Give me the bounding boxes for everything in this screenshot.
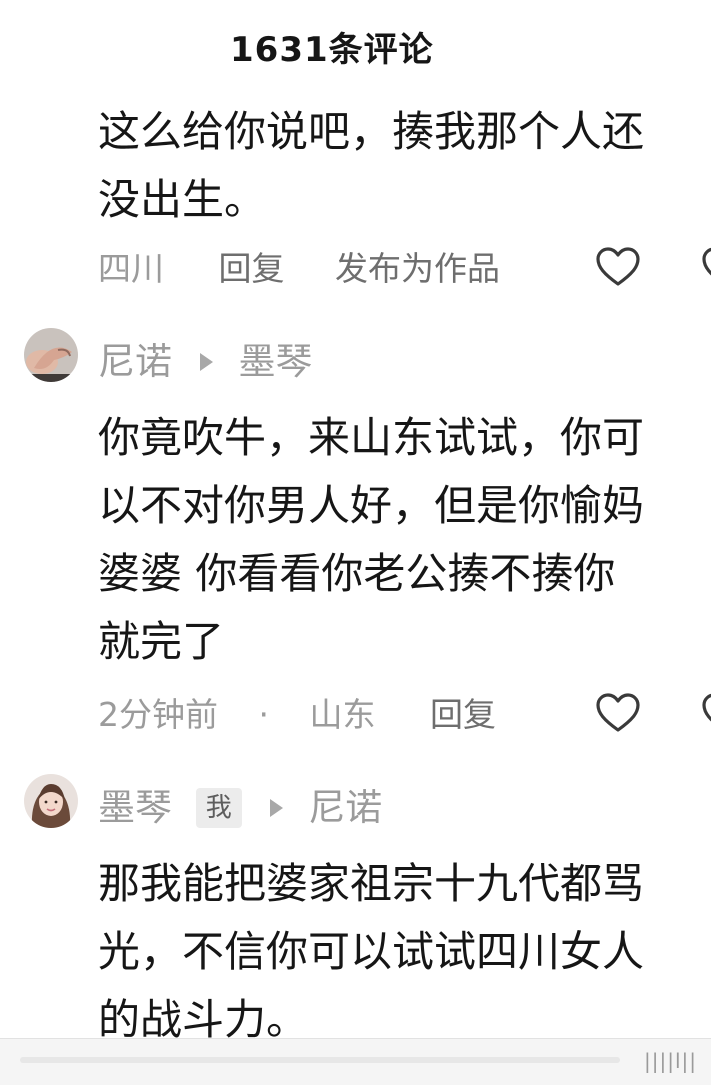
watermark-text: ||||l|| — [644, 1049, 697, 1073]
comment-1-publish-button[interactable]: 发布为作品 — [335, 244, 500, 294]
comment-2-reply-button[interactable]: 回复 — [430, 690, 496, 740]
comment-2-dot: · — [258, 695, 270, 734]
reply-arrow-icon — [199, 352, 213, 371]
comment-2-reply-to[interactable]: 墨琴 — [239, 335, 313, 389]
comment-3-author[interactable]: 墨琴 — [98, 781, 172, 835]
comment-2-line-4: 就完了 — [98, 617, 225, 666]
comment-2-dislike-icon[interactable] — [700, 690, 711, 738]
comment-2-like-heart-icon[interactable] — [594, 690, 642, 738]
comment-2-text: 你竟吹牛，来山东试试，你可 以不对你男人好，但是你愉妈 婆婆 你看看你老公揍不揍… — [98, 404, 711, 676]
avatar[interactable] — [24, 774, 78, 828]
comment-1-dislike-icon[interactable] — [700, 244, 711, 292]
avatar[interactable] — [24, 328, 78, 382]
comments-header: 1631条评论 — [0, 0, 711, 90]
woman-avatar-icon — [24, 774, 78, 828]
comment-3-text: 那我能把婆家祖宗十九代都骂 光，不信你可以试试四川女人 的战斗力。 — [98, 850, 711, 1054]
bottom-bar: ||||l|| — [0, 1038, 711, 1085]
comment-2-line-3: 婆婆 你看看你老公揍不揍你 — [98, 549, 616, 598]
progress-track — [20, 1057, 620, 1063]
comment-3-line-1: 那我能把婆家祖宗十九代都骂 — [98, 859, 645, 908]
self-tag-badge: 我 — [195, 787, 242, 828]
comment-1-text: 这么给你说吧，揍我那个人还 没出生。 — [98, 98, 711, 234]
comment-count-title: 1631条评论 — [230, 30, 434, 70]
comment-2-meta: 2分钟前 · 山东 回复 — [98, 690, 496, 740]
comment-1-reply-button[interactable]: 回复 — [219, 244, 285, 294]
comment-3-line-2: 光，不信你可以试试四川女人 — [98, 927, 645, 976]
comment-2-location: 山东 — [309, 695, 376, 734]
comment-3-reply-to[interactable]: 尼诺 — [308, 781, 382, 835]
comment-1-location: 四川 — [98, 249, 164, 288]
comment-2-author[interactable]: 尼诺 — [98, 335, 172, 389]
comment-2-line-2: 以不对你男人好，但是你愉妈 — [98, 481, 645, 530]
comment-2-line-1: 你竟吹牛，来山东试试，你可 — [98, 413, 645, 462]
comment-1-line-1: 这么给你说吧，揍我那个人还 — [98, 107, 645, 156]
comment-1-like-heart-icon[interactable] — [594, 244, 642, 292]
hand-avatar-icon — [24, 328, 78, 382]
comment-2-name-row: 尼诺 墨琴 — [98, 333, 313, 387]
comment-3-name-row: 墨琴 我 尼诺 — [98, 779, 382, 833]
comment-1-meta: 四川 回复 发布为作品 — [98, 244, 500, 294]
reply-arrow-icon — [269, 798, 283, 817]
comment-1-line-2: 没出生。 — [98, 175, 267, 224]
comment-2-time: 2分钟前 — [98, 695, 218, 734]
